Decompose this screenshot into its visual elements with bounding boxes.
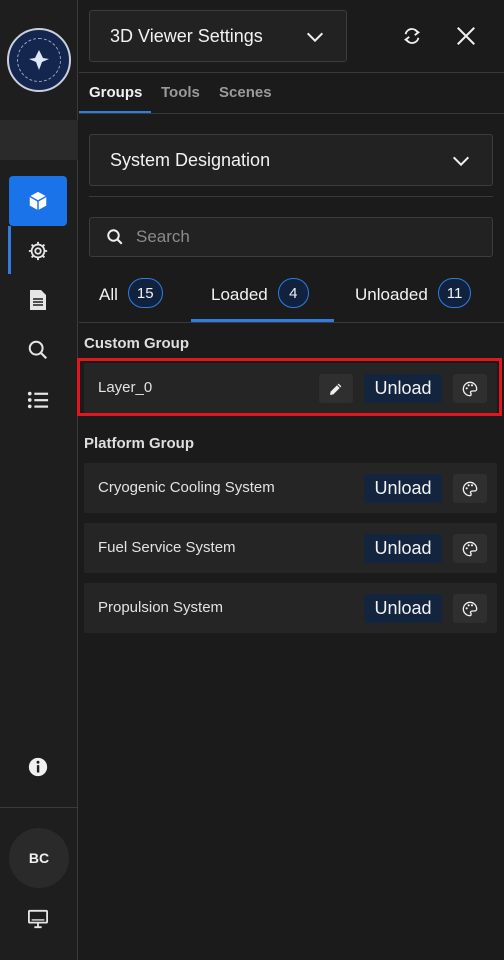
color-button[interactable] [453, 474, 487, 503]
section-label-custom: Custom Group [84, 335, 189, 352]
section-label-platform: Platform Group [84, 435, 195, 452]
count-badge: 15 [127, 278, 163, 308]
sidebar-item-list[interactable] [9, 375, 67, 425]
sidebar-item-documents[interactable] [9, 275, 67, 325]
palette-icon [462, 481, 478, 496]
unload-button[interactable]: Unload [364, 534, 442, 563]
refresh-icon [404, 28, 420, 44]
info-button[interactable] [9, 742, 67, 792]
count-badge: 11 [437, 278, 472, 308]
monitor-icon [28, 909, 48, 929]
sidebar: BC [0, 0, 78, 960]
close-button[interactable] [448, 18, 484, 54]
grouping-value: System Designation [110, 149, 271, 170]
item-name: Propulsion System [98, 599, 224, 616]
item-name: Fuel Service System [98, 539, 236, 556]
tab-bar: Groups Tools Scenes [79, 72, 504, 114]
cube-icon [29, 191, 47, 211]
close-icon [457, 27, 475, 45]
filter-label: Loaded [211, 285, 268, 304]
selection-highlight [77, 358, 502, 416]
tab-groups[interactable]: Groups [89, 84, 142, 101]
search-input[interactable] [136, 218, 476, 256]
filter-loaded[interactable]: Loaded 4 [211, 278, 309, 322]
unload-button[interactable]: Unload [364, 594, 442, 623]
palette-icon [462, 541, 478, 556]
chevron-down-icon [452, 156, 470, 167]
filter-divider [79, 322, 504, 323]
count-badge: 4 [277, 278, 309, 308]
filter-label: All [99, 285, 118, 304]
list-item[interactable]: Fuel Service System Unload [84, 523, 497, 573]
grouping-dropdown[interactable]: System Designation [89, 134, 493, 186]
list-icon [27, 391, 49, 409]
user-avatar[interactable]: BC [9, 828, 69, 888]
emblem-icon [29, 50, 49, 70]
search-box [89, 217, 493, 257]
chevron-down-icon [306, 32, 324, 43]
dropdown-title: 3D Viewer Settings [110, 25, 263, 46]
list-item[interactable]: Cryogenic Cooling System Unload [84, 463, 497, 513]
item-name: Cryogenic Cooling System [98, 479, 275, 496]
filter-unloaded[interactable]: Unloaded 11 [355, 278, 472, 322]
search-icon [107, 229, 123, 245]
unload-button[interactable]: Unload [364, 474, 442, 503]
info-icon [28, 757, 48, 777]
tab-scenes[interactable]: Scenes [219, 84, 272, 101]
filter-label: Unloaded [355, 285, 428, 304]
gear-icon [28, 241, 48, 261]
refresh-button[interactable] [394, 18, 430, 54]
section-divider [89, 196, 493, 197]
rail-divider [0, 807, 78, 808]
palette-icon [462, 601, 478, 616]
document-icon [30, 290, 46, 310]
color-button[interactable] [453, 594, 487, 623]
color-button[interactable] [453, 534, 487, 563]
list-item[interactable]: Propulsion System Unload [84, 583, 497, 633]
rail-band [0, 120, 78, 160]
search-icon [28, 340, 48, 360]
tabs-divider [79, 113, 504, 114]
app-logo [7, 28, 71, 92]
filter-all[interactable]: All 15 [99, 278, 163, 322]
viewer-settings-dropdown[interactable]: 3D Viewer Settings [89, 10, 347, 62]
tab-tools[interactable]: Tools [161, 84, 200, 101]
sidebar-item-settings[interactable] [9, 226, 67, 276]
sidebar-item-search[interactable] [9, 325, 67, 375]
sidebar-item-models[interactable] [9, 176, 67, 226]
desktop-button[interactable] [9, 894, 67, 944]
